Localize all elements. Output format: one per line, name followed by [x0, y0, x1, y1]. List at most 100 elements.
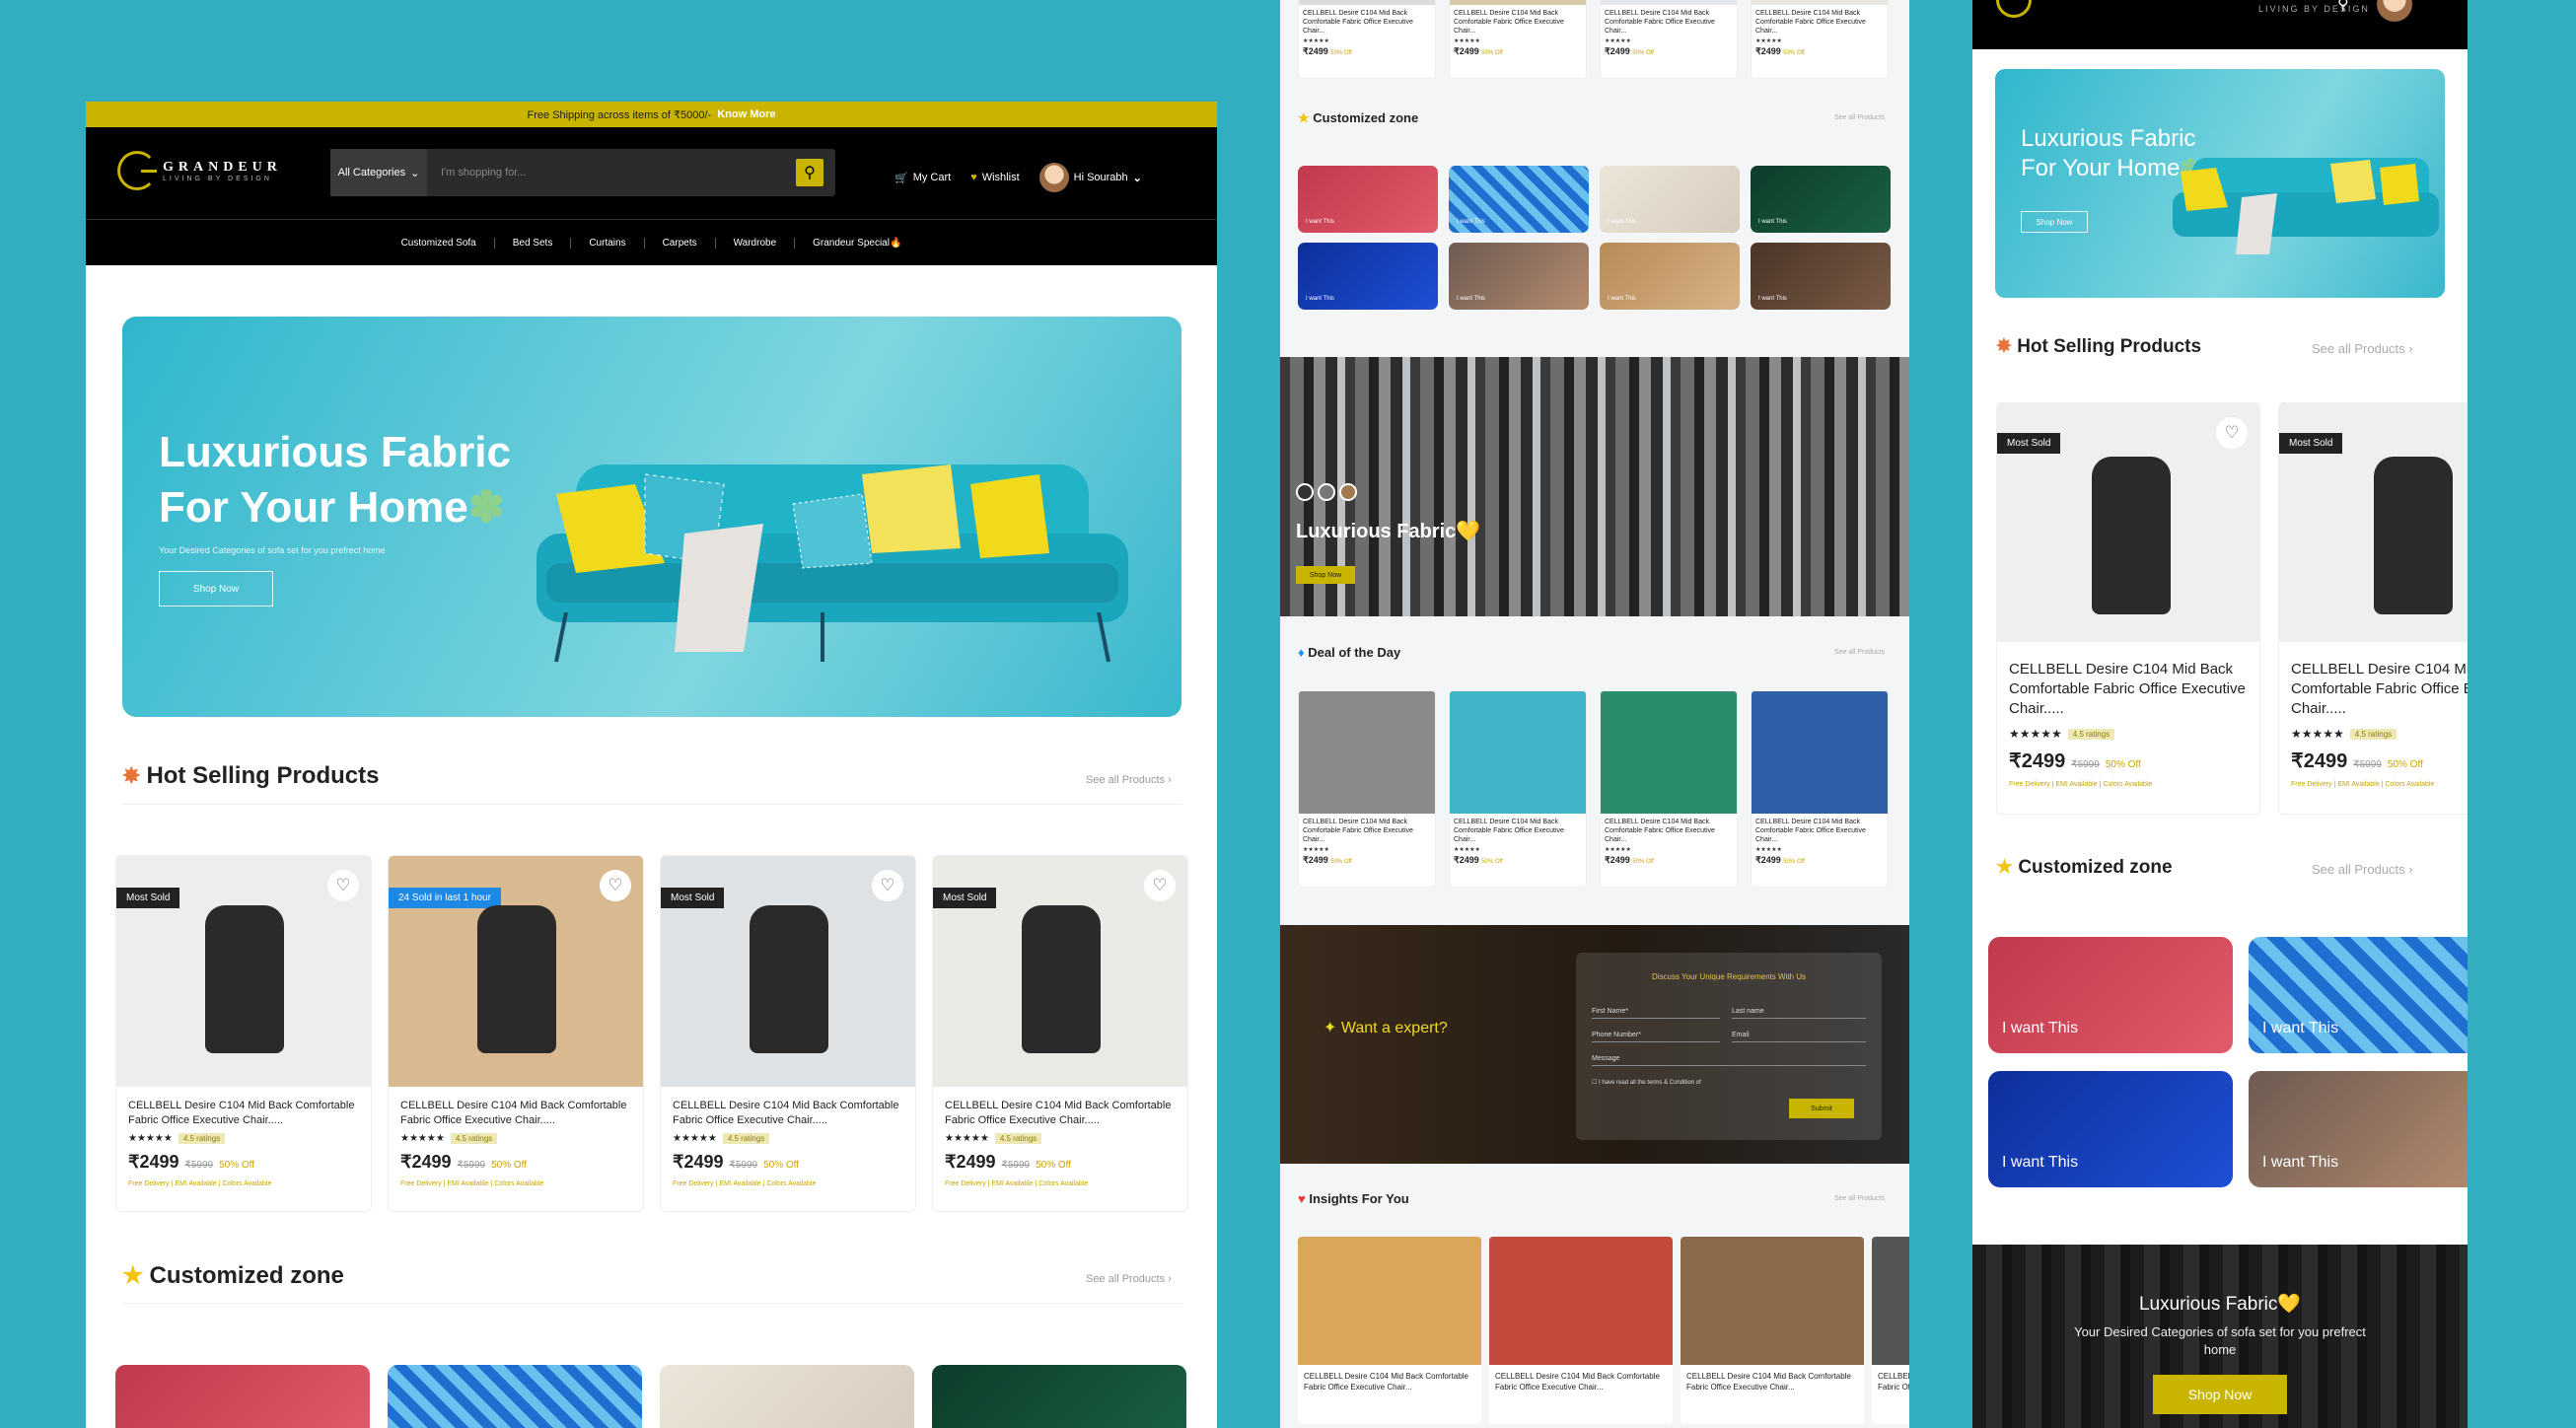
see-all-link[interactable]: See all Products ›: [1086, 774, 1172, 786]
last-name-field[interactable]: Last name: [1732, 1008, 1866, 1019]
fabric-swatch[interactable]: I want This: [1751, 243, 1891, 310]
product-card[interactable]: Most Sold ♡ CELLBELL Desire C104 Mid Bac…: [660, 855, 916, 1212]
discount: 50% Off: [219, 1160, 255, 1171]
insight-title: CELLBELL Desire C104 Mid Back Comfortabl…: [1495, 1372, 1660, 1392]
see-all-link[interactable]: See all Products ›: [2312, 341, 2413, 356]
swatch-red[interactable]: [115, 1365, 370, 1428]
swatch-blue[interactable]: [388, 1365, 642, 1428]
heart-icon[interactable]: ♡: [600, 870, 631, 901]
shop-now-button[interactable]: Shop Now: [159, 571, 273, 607]
star-icon: ★: [122, 1262, 144, 1289]
nav-item-carpets[interactable]: Carpets: [645, 237, 716, 249]
curtain-banner: Luxurious Fabric💛 Shop Now: [1280, 357, 1909, 616]
heart-icon[interactable]: ♡: [872, 870, 903, 901]
hero-banner: Luxurious Fabric For Your Home✽ Shop Now: [1995, 69, 2445, 298]
nav-item-special[interactable]: Grandeur Special🔥: [795, 238, 919, 249]
product-card[interactable]: Most Sold ♡ CELLBELL Desire C104 Mid Bac…: [2278, 402, 2468, 815]
mini-product-card[interactable]: CELLBELL Desire C104 Mid Back Comfortabl…: [1751, 690, 1889, 888]
first-name-field[interactable]: First Name*: [1592, 1008, 1720, 1019]
search-bar: All Categories ⌄ I'm shopping for... ⚲: [330, 149, 835, 196]
insight-card[interactable]: CELLBELL Desire C104 Mid Back Comfortabl…: [1681, 1237, 1864, 1424]
mini-product-card[interactable]: CELLBELL Desire C104 Mid Back Comfortabl…: [1449, 690, 1587, 888]
search-input[interactable]: I'm shopping for...: [427, 167, 796, 178]
logo[interactable]: GRANDEUR LIVING BY DESIGN: [117, 151, 282, 190]
old-price: ₹5999: [2353, 759, 2382, 770]
see-all-link[interactable]: See all Products ›: [1086, 1273, 1172, 1285]
product-title: CELLBELL Desire C104 Mid Back Comfortabl…: [1454, 10, 1564, 35]
shop-now-button[interactable]: Shop Now: [1296, 566, 1355, 584]
see-all-link[interactable]: See all Products ›: [2312, 862, 2413, 877]
user-name: Hi Sourabh: [1073, 172, 1128, 183]
fabric-swatch[interactable]: I want This: [1449, 243, 1589, 310]
insight-card[interactable]: CELLBELL Desire C104 Mid Back Comfortabl…: [1298, 1237, 1481, 1424]
insight-card[interactable]: CELLBELL Desire C104 Mid Back Comfortabl…: [1872, 1237, 1909, 1424]
fabric-swatch[interactable]: I want This: [1600, 243, 1740, 310]
wishlist-link[interactable]: ♥ Wishlist: [970, 172, 1019, 183]
color-options[interactable]: [1296, 483, 1357, 501]
old-price: ₹5999: [184, 1160, 214, 1171]
avatar[interactable]: [2377, 0, 2412, 22]
swatch-blue[interactable]: I want This: [2249, 937, 2468, 1053]
cart-link[interactable]: 🛒 My Cart: [894, 172, 951, 184]
see-all-link[interactable]: See all Products: [1834, 1195, 1885, 1202]
search-button[interactable]: ⚲: [796, 159, 823, 186]
insight-card[interactable]: CELLBELL Desire C104 Mid Back Comfortabl…: [1489, 1237, 1673, 1424]
mini-product-card[interactable]: CELLBELL Desire C104 Mid Back Comfortabl…: [1449, 0, 1587, 79]
swatch-brown[interactable]: I want This: [2249, 1071, 2468, 1187]
swatch-label: I want This: [1608, 296, 1636, 302]
swatch-label: I want This: [1457, 219, 1485, 225]
swatch-beige[interactable]: [660, 1365, 914, 1428]
heart-icon[interactable]: ♡: [1144, 870, 1176, 901]
mini-product-card[interactable]: CELLBELL Desire C104 Mid Back Comfortabl…: [1298, 690, 1436, 888]
nav-item-wardrobe[interactable]: Wardrobe: [716, 237, 796, 249]
shop-now-button[interactable]: Shop Now: [2153, 1375, 2287, 1414]
logo-g-icon[interactable]: [1996, 0, 2032, 18]
product-badge: Most Sold: [2279, 433, 2343, 454]
product-image: Most Sold ♡: [661, 856, 915, 1087]
wishlist-label: Wishlist: [981, 172, 1020, 183]
banner-title: Luxurious Fabric💛: [1296, 521, 1481, 542]
nav-item-sofa[interactable]: Customized Sofa: [384, 237, 495, 249]
fabric-swatch[interactable]: I want This: [1298, 166, 1438, 233]
main-nav: Customized Sofa Bed Sets Curtains Carpet…: [86, 219, 1217, 265]
product-card[interactable]: Most Sold ♡ CELLBELL Desire C104 Mid Bac…: [1996, 402, 2260, 815]
product-card[interactable]: Most Sold ♡ CELLBELL Desire C104 Mid Bac…: [115, 855, 372, 1212]
fabric-swatch[interactable]: I want This: [1298, 243, 1438, 310]
swatch-red[interactable]: I want This: [1988, 937, 2233, 1053]
product-image: Most Sold ♡: [1997, 403, 2259, 642]
category-select[interactable]: All Categories ⌄: [330, 149, 427, 196]
product-card[interactable]: 24 Sold in last 1 hour ♡ CELLBELL Desire…: [388, 855, 644, 1212]
user-menu[interactable]: Hi Sourabh ⌄: [1038, 163, 1142, 192]
fabric-swatch[interactable]: I want This: [1751, 166, 1891, 233]
email-field[interactable]: Email: [1732, 1032, 1866, 1042]
fabric-swatch[interactable]: I want This: [1600, 166, 1740, 233]
nav-item-bed-sets[interactable]: Bed Sets: [495, 237, 572, 249]
fabric-swatch[interactable]: I want This: [1449, 166, 1589, 233]
mini-product-card[interactable]: CELLBELL Desire C104 Mid Back Comfortabl…: [1600, 690, 1738, 888]
heart-icon[interactable]: ♡: [327, 870, 359, 901]
product-card[interactable]: Most Sold ♡ CELLBELL Desire C104 Mid Bac…: [932, 855, 1188, 1212]
consent-checkbox[interactable]: ☐ I have read all the terms & Condition …: [1592, 1079, 1701, 1086]
know-more-link[interactable]: Know More: [717, 108, 775, 120]
rating: ★★★★★: [1303, 38, 1329, 44]
product-badge: Most Sold: [1997, 433, 2061, 454]
nav-item-curtains[interactable]: Curtains: [571, 237, 645, 249]
hero-title: Luxurious Fabric For Your Home✽: [159, 428, 511, 532]
submit-button[interactable]: Submit: [1789, 1099, 1854, 1118]
rating: ★★★★★ 4.5 ratings: [661, 1128, 915, 1144]
swatch-green[interactable]: [932, 1365, 1186, 1428]
shop-now-button[interactable]: Shop Now: [2021, 211, 2088, 233]
search-icon[interactable]: ⚲: [2337, 0, 2349, 14]
product-title: CELLBELL Desire C104 Mid Back Comfortabl…: [1755, 819, 1866, 843]
phone-field[interactable]: Phone Number*: [1592, 1032, 1720, 1042]
message-field[interactable]: Message: [1592, 1055, 1866, 1066]
mini-product-card[interactable]: CELLBELL Desire C104 Mid Back Comfortabl…: [1298, 0, 1436, 79]
mini-product-card[interactable]: CELLBELL Desire C104 Mid Back Comfortabl…: [1751, 0, 1889, 79]
see-all-link[interactable]: See all Products: [1834, 114, 1885, 121]
product-title: CELLBELL Desire C104 Mid Back Comfortabl…: [128, 1100, 355, 1126]
see-all-link[interactable]: See all Products: [1834, 649, 1885, 656]
swatch-navy[interactable]: I want This: [1988, 1071, 2233, 1187]
heart-icon[interactable]: ♡: [2216, 417, 2248, 449]
mini-product-card[interactable]: CELLBELL Desire C104 Mid Back Comfortabl…: [1600, 0, 1738, 79]
rating: ★★★★★ 4.5 ratings: [1997, 719, 2259, 741]
